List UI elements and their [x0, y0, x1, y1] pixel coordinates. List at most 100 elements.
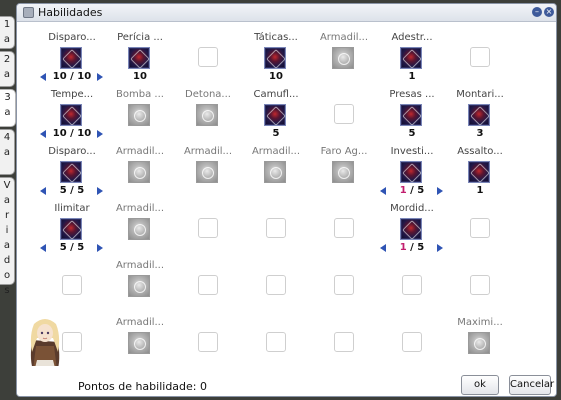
skill-name: Armadil...	[115, 146, 165, 157]
tab-variados-letter: s	[4, 285, 10, 296]
skill-cell: Táticas... 10	[242, 21, 310, 82]
skill-name: Montari...	[456, 89, 504, 100]
skill-cell	[310, 192, 378, 249]
empty-skill-slot	[266, 275, 286, 295]
skill-cell: Maximi...	[446, 306, 514, 363]
skill-cell: Disparo... 5 / 5	[38, 135, 106, 196]
skill-name: Perícia ...	[117, 32, 163, 43]
skill-icon[interactable]	[128, 47, 150, 69]
skill-cell	[378, 249, 446, 306]
skill-cell: Armadil...	[242, 135, 310, 192]
skill-cell: Armadil...	[106, 306, 174, 363]
skill-cell: Tempe... 10 / 10	[38, 78, 106, 139]
empty-skill-slot	[266, 218, 286, 238]
empty-skill-slot	[470, 47, 490, 67]
tab-variados-letter: a	[3, 240, 11, 251]
skill-name: Faro Ag...	[320, 146, 368, 157]
empty-skill-slot	[334, 104, 354, 124]
skill-icon[interactable]	[128, 218, 150, 240]
tab-3a[interactable]: 3 a	[0, 89, 16, 127]
skill-icon[interactable]	[60, 104, 82, 126]
skill-icon[interactable]	[196, 104, 218, 126]
skill-cell: Armadil...	[106, 135, 174, 192]
skill-cell: Disparo... 10 / 10	[38, 21, 106, 82]
skill-icon[interactable]	[468, 332, 490, 354]
ok-button[interactable]: ok	[461, 375, 499, 395]
skill-cell	[174, 21, 242, 78]
window-title: Habilidades	[38, 6, 103, 19]
close-icon[interactable]: ×	[544, 7, 554, 17]
skill-icon[interactable]	[332, 161, 354, 183]
skill-cell: Adestr... 1	[378, 21, 446, 82]
skill-cell	[378, 306, 446, 363]
skill-icon[interactable]	[400, 47, 422, 69]
title-bar[interactable]: Habilidades – ×	[17, 4, 556, 22]
skill-icon[interactable]	[332, 47, 354, 69]
skill-name: Bomba ...	[116, 89, 164, 100]
skill-icon[interactable]	[128, 161, 150, 183]
skill-cell	[174, 192, 242, 249]
skill-icon[interactable]	[400, 218, 422, 240]
skill-grid: Disparo... 10 / 10 Perícia ... 10 Táticas...…	[17, 21, 556, 366]
skill-cell: Detona...	[174, 78, 242, 135]
skill-cell	[446, 192, 514, 249]
empty-skill-slot	[198, 332, 218, 352]
skill-cell: Investi... 1 / 5	[378, 135, 446, 196]
skill-icon[interactable]	[264, 47, 286, 69]
skill-cell: Armadil...	[106, 192, 174, 249]
tab-variados-letter: r	[4, 210, 10, 221]
window-icon	[23, 7, 34, 18]
skill-name: Camufl...	[253, 89, 299, 100]
tab-4a[interactable]: 4 a	[0, 129, 15, 175]
skill-icon[interactable]	[128, 332, 150, 354]
tab-variados[interactable]: Variados	[0, 177, 15, 296]
empty-skill-slot	[402, 332, 422, 352]
skill-cell: Camufl... 5	[242, 78, 310, 139]
skill-cell	[310, 78, 378, 135]
tab-3a-line2: a	[4, 107, 11, 118]
tab-2a-line2: a	[3, 69, 11, 80]
skill-points-label: Pontos de habilidade: 0	[78, 380, 207, 393]
skill-name: Armadil...	[251, 146, 301, 157]
skill-cell: Perícia ... 10	[106, 21, 174, 82]
skill-icon[interactable]	[400, 104, 422, 126]
skill-cell	[446, 21, 514, 78]
skill-icon[interactable]	[264, 104, 286, 126]
skill-cell	[174, 306, 242, 363]
skill-icon[interactable]	[128, 275, 150, 297]
skill-icon[interactable]	[196, 161, 218, 183]
skill-name: Táticas...	[254, 32, 298, 43]
tab-variados-letter: o	[3, 270, 11, 281]
empty-skill-slot	[470, 275, 490, 295]
cancel-button[interactable]: Cancelar	[509, 375, 554, 395]
empty-skill-slot	[470, 218, 490, 238]
tab-1a[interactable]: 1 a	[0, 16, 15, 49]
skill-name: Detona...	[185, 89, 231, 100]
skill-name: Armadil...	[115, 203, 165, 214]
minimize-icon[interactable]: –	[532, 7, 542, 17]
skill-cell: Armadil...	[174, 135, 242, 192]
skill-icon[interactable]	[60, 161, 82, 183]
skill-cell: Assalto... 1	[446, 135, 514, 196]
skill-icon[interactable]	[128, 104, 150, 126]
skill-icon[interactable]	[468, 104, 490, 126]
skill-cell: Faro Ag...	[310, 135, 378, 192]
skills-window: Habilidades – × Disparo... 10 / 10 Perícia…	[16, 3, 557, 397]
tab-4a-line2: a	[3, 147, 11, 158]
tab-3a-line1: 3	[4, 92, 11, 103]
skill-icon[interactable]	[60, 218, 82, 240]
skill-name: Tempe...	[50, 89, 94, 100]
skill-icon[interactable]	[468, 161, 490, 183]
skill-cell	[174, 249, 242, 306]
tab-2a[interactable]: 2 a	[0, 51, 15, 87]
skill-icon[interactable]	[264, 161, 286, 183]
skill-name: Presas ...	[389, 89, 435, 100]
skill-cell: Armadil...	[310, 21, 378, 78]
skill-icon[interactable]	[60, 47, 82, 69]
skill-icon[interactable]	[400, 161, 422, 183]
skill-cell: Ilimitar 5 / 5	[38, 192, 106, 253]
skill-name: Armadil...	[115, 317, 165, 328]
skill-cell	[242, 249, 310, 306]
skill-name: Armadil...	[319, 32, 369, 43]
skill-cell	[242, 306, 310, 363]
